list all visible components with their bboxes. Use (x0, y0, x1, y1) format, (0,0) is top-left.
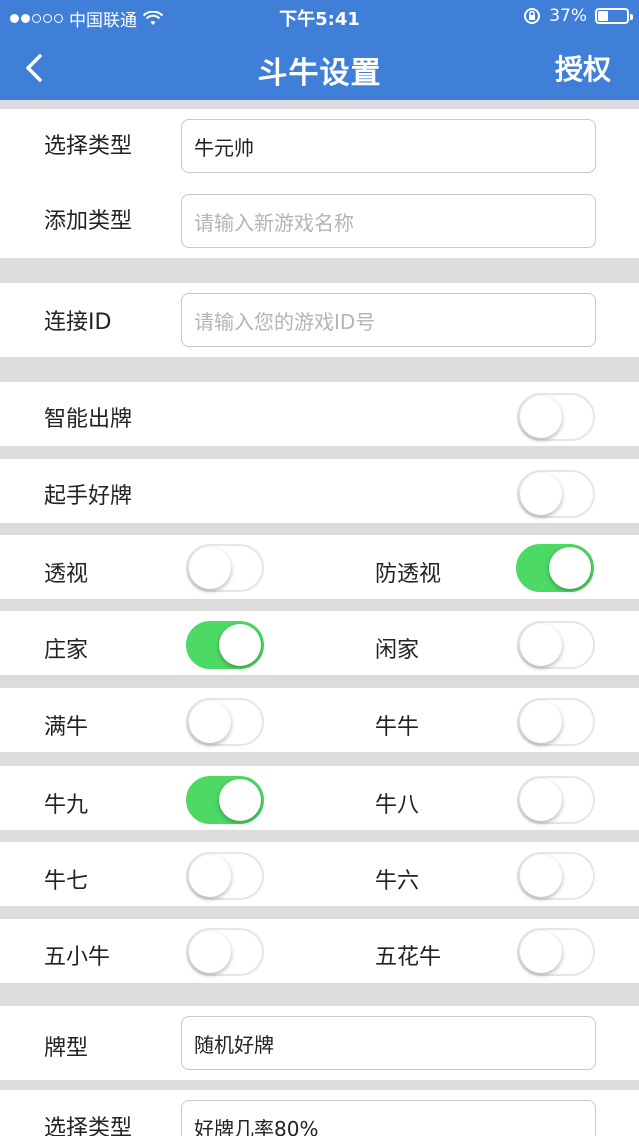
toggle-knob (520, 701, 562, 743)
banker-row: 庄家 闲家 (0, 611, 639, 675)
anti-see-through-label: 防透视 (375, 562, 442, 587)
niu-nine-row: 牛九 牛八 (0, 766, 639, 830)
niu-six-toggle[interactable] (517, 852, 595, 900)
battery-icon (595, 8, 633, 24)
good-start-row: 起手好牌 (0, 459, 639, 523)
niu-eight-label: 牛八 (375, 793, 420, 818)
toggle-knob (219, 624, 261, 666)
select-type-label: 选择类型 (44, 134, 133, 159)
see-through-row: 透视 防透视 (0, 535, 639, 599)
smart-play-label: 智能出牌 (44, 407, 133, 432)
five-small-row: 五小牛 五花牛 (0, 919, 639, 983)
toggle-knob (520, 931, 562, 973)
status-right: 37% (523, 6, 633, 26)
full-niu-row: 满牛 牛牛 (0, 688, 639, 752)
authorize-button[interactable]: 授权 (555, 48, 611, 88)
battery-fill (598, 11, 609, 21)
connect-id-label: 连接ID (44, 310, 112, 335)
five-small-label: 五小牛 (44, 945, 111, 970)
card-type-label: 牌型 (44, 1036, 89, 1061)
add-type-label: 添加类型 (44, 209, 133, 234)
niu-nine-toggle[interactable] (186, 776, 264, 824)
see-through-label: 透视 (44, 562, 89, 587)
toggle-knob (189, 701, 231, 743)
full-niu-toggle[interactable] (186, 698, 264, 746)
toggle-knob (189, 855, 231, 897)
smart-play-toggle[interactable] (517, 393, 595, 441)
niu-niu-label: 牛牛 (375, 715, 420, 740)
five-flower-toggle[interactable] (517, 928, 595, 976)
probability-field[interactable]: 好牌几率80% (181, 1100, 596, 1136)
type-section: 选择类型 牛元帅 添加类型 请输入新游戏名称 (0, 109, 639, 258)
toggle-knob (219, 779, 261, 821)
toggle-knob (520, 624, 562, 666)
good-start-label: 起手好牌 (44, 484, 133, 509)
card-type-field[interactable]: 随机好牌 (181, 1016, 596, 1070)
connect-id-section: 连接ID 请输入您的游戏ID号 (0, 283, 639, 357)
add-type-input[interactable]: 请输入新游戏名称 (181, 194, 596, 248)
page-title: 斗牛设置 (257, 56, 382, 91)
niu-nine-label: 牛九 (44, 793, 89, 818)
toggle-knob (520, 855, 562, 897)
navbar: 斗牛设置 授权 (0, 34, 639, 100)
select-type-field[interactable]: 牛元帅 (181, 119, 596, 173)
connect-id-input[interactable]: 请输入您的游戏ID号 (181, 293, 596, 347)
banker-label: 庄家 (44, 638, 89, 663)
header: 中国联通 下午5:41 37% 斗牛设置 授权 (0, 0, 639, 100)
toggle-knob (520, 473, 562, 515)
rotation-lock-icon (524, 8, 541, 24)
probability-section: 选择类型 好牌几率80% (0, 1090, 639, 1136)
niu-niu-toggle[interactable] (517, 698, 595, 746)
toggle-knob (520, 779, 562, 821)
toggle-knob (549, 547, 591, 589)
battery-percent: 37% (549, 6, 587, 26)
five-small-toggle[interactable] (186, 928, 264, 976)
idle-label: 闲家 (375, 638, 420, 663)
probability-label: 选择类型 (44, 1116, 133, 1136)
five-flower-label: 五花牛 (375, 945, 442, 970)
banker-toggle[interactable] (186, 621, 264, 669)
toggle-knob (520, 396, 562, 438)
niu-seven-toggle[interactable] (186, 852, 264, 900)
status-bar: 中国联通 下午5:41 37% (0, 0, 639, 34)
niu-six-label: 牛六 (375, 869, 420, 894)
toggle-knob (189, 547, 231, 589)
good-start-toggle[interactable] (517, 470, 595, 518)
smart-play-row: 智能出牌 (0, 382, 639, 446)
full-niu-label: 满牛 (44, 715, 89, 740)
see-through-toggle[interactable] (186, 544, 264, 592)
niu-seven-label: 牛七 (44, 869, 89, 894)
anti-see-through-toggle[interactable] (516, 544, 594, 592)
toggle-knob (189, 931, 231, 973)
card-type-section: 牌型 随机好牌 (0, 1006, 639, 1080)
niu-eight-toggle[interactable] (517, 776, 595, 824)
idle-toggle[interactable] (517, 621, 595, 669)
niu-seven-row: 牛七 牛六 (0, 842, 639, 906)
